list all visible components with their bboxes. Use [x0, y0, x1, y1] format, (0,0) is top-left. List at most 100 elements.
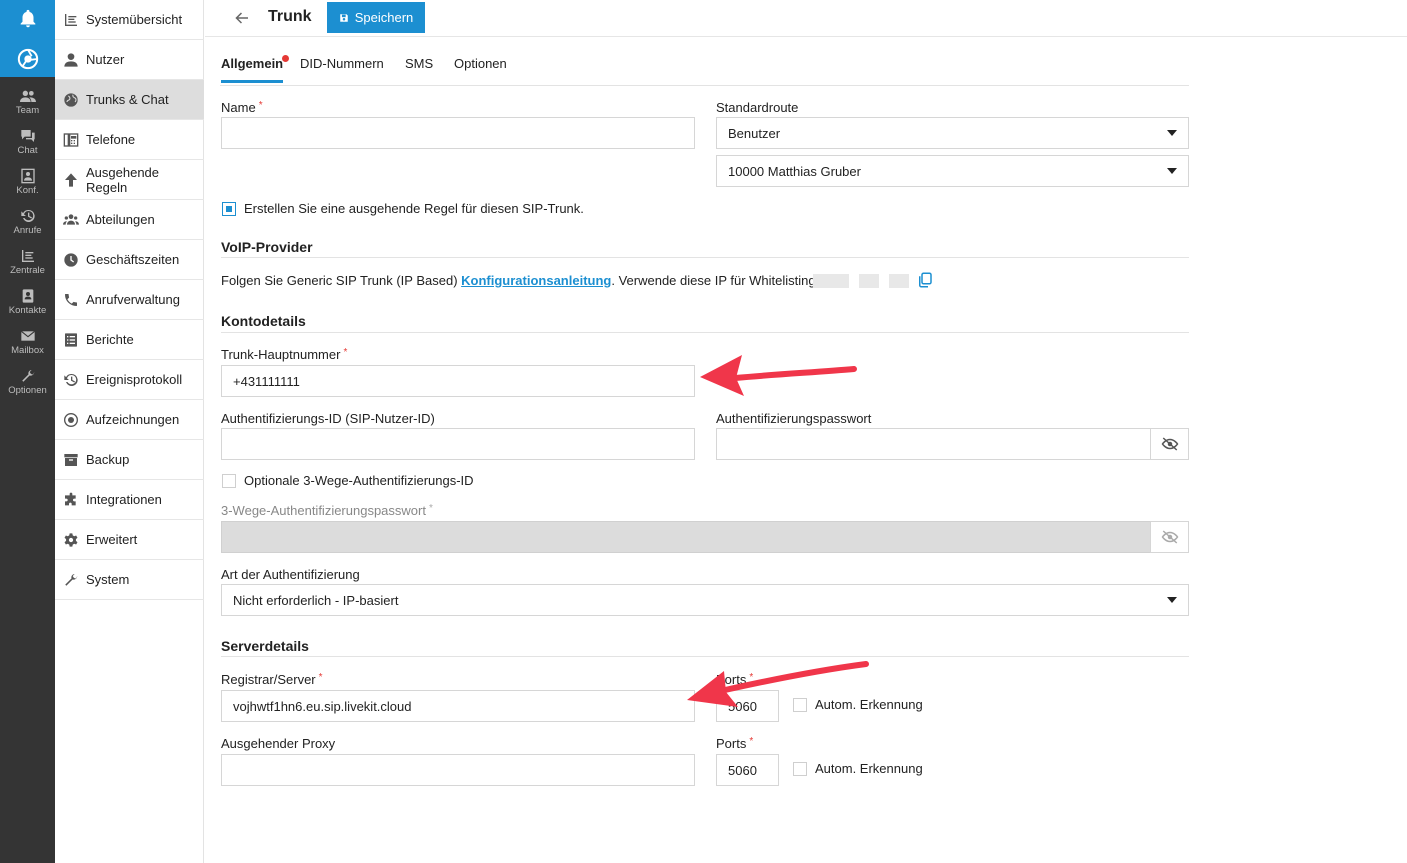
tab-did-nummern[interactable]: DID-Nummern [300, 56, 384, 71]
sidebar-item-integrationen[interactable]: Integrationen [55, 480, 204, 520]
rail-options[interactable]: Optionen [0, 364, 55, 404]
rail-label: Kontakte [8, 305, 47, 316]
switchboard-icon [21, 250, 34, 262]
save-button[interactable]: Speichern [327, 2, 425, 33]
sidebar-item-abteilungen[interactable]: Abteilungen [55, 200, 204, 240]
sidebar-item-aufzeichnungen[interactable]: Aufzeichnungen [55, 400, 204, 440]
registrar-ports-label-text: Ports [716, 672, 747, 687]
required-marker: * [343, 347, 348, 358]
chat-icon [20, 130, 35, 142]
rail-switchboard[interactable]: Zentrale [0, 244, 55, 284]
outbound-proxy-input[interactable] [221, 754, 695, 786]
puzzle-icon [65, 492, 76, 505]
sidebar-item-label: Telefone [86, 132, 136, 147]
sidebar-item-label: Systemübersicht [86, 12, 183, 27]
auth-type-select[interactable]: Nicht erforderlich - IP-basiert [221, 584, 1189, 616]
desk-phone-icon [63, 132, 79, 147]
page-header: Trunk Speichern [205, 0, 1407, 37]
sidebar-item-system[interactable]: System [55, 560, 204, 600]
section-divider [221, 332, 1189, 333]
sidebar-item-telefone[interactable]: Telefone [55, 120, 204, 160]
copy-icon[interactable] [916, 271, 934, 289]
tab-allgemein[interactable]: Allgemein [221, 56, 284, 83]
default-route-type-value: Benutzer [728, 125, 781, 141]
sidebar-item-erweitert[interactable]: Erweitert [55, 520, 204, 560]
tabs-divider [220, 85, 1189, 86]
auth-password-input[interactable] [716, 428, 1151, 460]
rail-label: Optionen [8, 385, 47, 396]
floppy-disk-icon [339, 13, 348, 22]
default-route-target-value: 10000 Matthias Gruber [728, 163, 861, 179]
sidebar-item-label: Integrationen [86, 492, 162, 507]
default-route-label: Standardroute [716, 100, 799, 115]
main-number-label-text: Trunk-Hauptnummer [221, 347, 341, 362]
rail-label: Team [15, 105, 40, 116]
rail-chat[interactable]: Chat [0, 124, 55, 164]
required-marker: * [428, 503, 433, 514]
sidebar-item-backup[interactable]: Backup [55, 440, 204, 480]
rail-team[interactable]: Team [0, 84, 55, 124]
sidebar-item-label: Berichte [86, 332, 134, 347]
chevron-down-icon [1167, 130, 1177, 136]
user-icon [64, 52, 78, 67]
rail-header [0, 0, 55, 77]
wrench-icon [65, 573, 78, 586]
registrar-port-input[interactable]: 5060 [716, 690, 779, 722]
auth-id-input[interactable] [221, 428, 695, 460]
3cx-logo-icon[interactable] [17, 48, 39, 70]
sidebar-item-systemuebersicht[interactable]: Systemübersicht [55, 0, 204, 40]
redacted-ip-block [859, 274, 879, 288]
main-number-input[interactable]: +431111111 [221, 365, 695, 397]
group-icon [63, 213, 79, 225]
rail-mailbox[interactable]: Mailbox [0, 324, 55, 364]
tab-sms[interactable]: SMS [405, 56, 433, 71]
proxy-port-input[interactable]: 5060 [716, 754, 779, 786]
toggle-password-visibility[interactable] [1150, 428, 1189, 460]
sidebar-item-label: Geschäftszeiten [86, 252, 180, 267]
account-details-heading: Kontodetails [221, 313, 306, 329]
proxy-auto-detect-checkbox[interactable] [793, 762, 807, 776]
sidebar-item-label: Ausgehende Regeln [86, 164, 160, 195]
voip-info-text: Folgen Sie Generic SIP Trunk (IP Based) … [221, 273, 816, 288]
required-marker: * [258, 100, 263, 111]
name-input[interactable] [221, 117, 695, 149]
rail-calls[interactable]: Anrufe [0, 204, 55, 244]
sidebar-item-ausgehende-regeln[interactable]: Ausgehende Regeln [55, 160, 204, 200]
rail-contacts[interactable]: Kontakte [0, 284, 55, 324]
server-details-heading: Serverdetails [221, 638, 309, 654]
three-way-auth-checkbox[interactable] [222, 474, 236, 488]
sidebar-item-nutzer[interactable]: Nutzer [55, 40, 204, 80]
annotation-arrow-main-number [732, 366, 857, 381]
mail-icon [20, 330, 35, 341]
arrow-up-icon [65, 172, 77, 187]
sidebar-item-berichte[interactable]: Berichte [55, 320, 204, 360]
rail-conference[interactable]: Konf. [0, 164, 55, 204]
tab-optionen[interactable]: Optionen [454, 56, 507, 71]
auth-type-label: Art der Authentifizierung [221, 567, 360, 582]
sidebar-item-ereignisprotokoll[interactable]: Ereignisprotokoll [55, 360, 204, 400]
sidebar-item-trunks-chat[interactable]: Trunks & Chat [55, 80, 204, 120]
three-way-password-label: 3-Wege-Authentifizierungspasswort * [221, 503, 433, 518]
bell-icon[interactable] [17, 8, 39, 30]
voip-info-suffix: . Verwende diese IP für Whitelisting [611, 273, 816, 288]
three-way-password-label-text: 3-Wege-Authentifizierungspasswort [221, 503, 426, 518]
sidebar-item-label: Erweitert [86, 532, 138, 547]
default-route-type-select[interactable]: Benutzer [716, 117, 1189, 149]
record-icon [64, 412, 78, 427]
registrar-auto-detect-label: Autom. Erkennung [815, 697, 923, 712]
registrar-input[interactable]: vojhwtf1hn6.eu.sip.livekit.cloud [221, 690, 695, 722]
outbound-rule-checkbox[interactable] [222, 202, 236, 216]
sidebar-item-geschaeftszeiten[interactable]: Geschäftszeiten [55, 240, 204, 280]
sidebar-item-label: Nutzer [86, 52, 125, 67]
sidebar-item-label: Abteilungen [86, 212, 155, 227]
back-arrow-icon[interactable] [233, 9, 251, 27]
outbound-rule-label: Erstellen Sie eine ausgehende Regel für … [244, 201, 584, 216]
registrar-auto-detect-checkbox[interactable] [793, 698, 807, 712]
sidebar-item-label: Anrufverwaltung [86, 292, 180, 307]
sidebar-item-anrufverwaltung[interactable]: Anrufverwaltung [55, 280, 204, 320]
default-route-target-select[interactable]: 10000 Matthias Gruber [716, 155, 1189, 187]
unsaved-indicator-dot [282, 55, 289, 62]
annotation-arrows [687, 355, 869, 707]
eye-slash-icon [1161, 530, 1178, 544]
config-guide-link[interactable]: Konfigurationsanleitung [461, 273, 611, 288]
